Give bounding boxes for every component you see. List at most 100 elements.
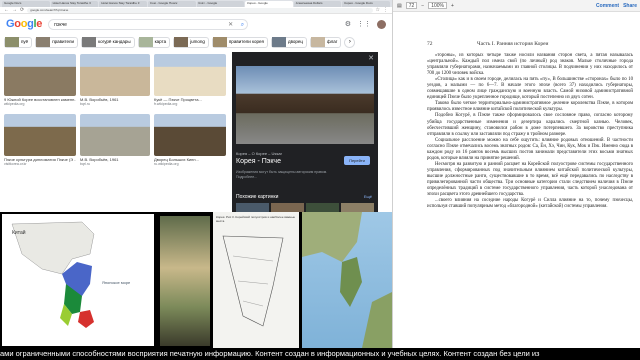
preview-image[interactable] <box>236 66 374 144</box>
image-result[interactable]: Пэкче культура дипломатия Пэкче (Э ... vi… <box>4 114 76 166</box>
result-thumbnail[interactable] <box>154 54 226 96</box>
preview-source[interactable]: Корея – О Корее – Ussar <box>236 151 282 156</box>
image-result[interactable]: 9 Южной Корее восстановлен каменн... wiki… <box>4 54 76 106</box>
chip-label: дворец <box>287 39 304 44</box>
doc-map-caption: Корея. Рис 3. Корейский полуостров и наи… <box>216 215 296 223</box>
chip-label: пуё <box>21 39 29 44</box>
paragraph: ...своего влияния на соседние народы Ког… <box>427 198 633 210</box>
clear-icon[interactable]: ✕ <box>228 20 233 30</box>
doc-map-drawing <box>222 235 284 327</box>
zoom-field[interactable]: 100% <box>428 2 448 9</box>
paragraph: Подобно Когурё, в Пэкче также сформирова… <box>427 113 633 137</box>
tab-strip: Google Docs Hotel Hanos Stay Toraidhe 3 … <box>0 0 392 7</box>
document-page: 72 Часть I. Ранняя история Кореи «тороны… <box>423 14 633 360</box>
news-ticker: ами ограниченными способностями восприят… <box>0 348 640 360</box>
result-thumbnail[interactable] <box>4 54 76 96</box>
result-thumbnail[interactable] <box>80 54 150 96</box>
visit-button[interactable]: Перейти <box>344 156 370 165</box>
related-chip[interactable]: jumong <box>173 36 209 48</box>
google-header: Google пэкче ✕ ⌕ ⚙ ⋮⋮ <box>0 15 392 33</box>
map-label-sea: Японское море <box>102 280 131 285</box>
satellite-drawing <box>302 212 392 348</box>
avatar[interactable] <box>377 19 386 29</box>
forward-icon[interactable]: → <box>12 7 17 13</box>
chip-label: карта <box>154 39 167 44</box>
related-chip[interactable]: карта <box>137 36 171 48</box>
search-input[interactable]: пэкче ✕ ⌕ <box>48 18 249 30</box>
chapter-title: Часть I. Ранняя история Кореи <box>477 41 549 47</box>
video-thumbnail[interactable] <box>160 216 210 346</box>
document-reader: ▤ 72 − 100% + Comment Share 72 Часть I. … <box>392 0 640 360</box>
browser-window: Google Docs Hotel Hanos Stay Toraidhe 3 … <box>0 0 392 360</box>
image-result[interactable]: Кукё — Пэкче Процвета... fr.wikipedia.org <box>154 54 226 106</box>
satellite-map <box>302 212 392 348</box>
document-map: Корея. Рис 3. Корейский полуостров и наи… <box>213 212 299 348</box>
reload-icon[interactable]: ⟳ <box>20 7 24 13</box>
reader-toolbar: ▤ 72 − 100% + Comment Share <box>393 0 640 12</box>
chip-label: правители <box>52 39 75 44</box>
page-number: 72 <box>427 41 433 47</box>
more-link[interactable]: Ещё <box>364 194 372 199</box>
related-chip[interactable]: флаг <box>310 36 342 48</box>
related-chip[interactable]: правители <box>35 36 79 48</box>
chip-thumbnail <box>82 37 97 47</box>
page-header: 72 Часть I. Ранняя история Кореи <box>423 14 633 53</box>
chip-thumbnail <box>5 37 19 47</box>
result-source: bqrl.ru <box>80 102 90 106</box>
chip-label: правители корея <box>228 39 264 44</box>
paragraph: «тороны», из которых четыре также носили… <box>427 53 633 77</box>
result-source: wikipedia.org <box>4 102 25 106</box>
zoom-in-icon[interactable]: + <box>451 3 454 9</box>
result-thumbnail[interactable] <box>80 114 150 156</box>
chip-thumbnail <box>174 37 189 47</box>
search-query: пэкче <box>54 21 67 28</box>
gear-icon[interactable]: ⚙ <box>345 20 351 28</box>
image-results: 9 Южной Корее восстановлен каменн... wiki… <box>0 52 230 212</box>
paragraph: «Столица» как и в своем городе, делилась… <box>427 77 633 101</box>
chip-thumbnail <box>271 37 286 47</box>
menu-icon[interactable]: ⋮ <box>383 7 388 13</box>
chevron-right-icon[interactable]: › <box>344 36 356 48</box>
comment-button[interactable]: Comment <box>596 3 619 9</box>
chip-label: jumong <box>190 39 205 44</box>
sidebar-icon[interactable]: ▤ <box>397 3 402 9</box>
korea-map: Китай Японское море <box>2 214 154 346</box>
similar-heading: Похожие картинки <box>236 194 279 200</box>
apps-icon[interactable]: ⋮⋮ <box>357 20 371 28</box>
address-bar: ← → ⟳ google.com/search?q=пэкче ☆ ⋮ <box>0 7 392 14</box>
result-thumbnail[interactable] <box>154 114 226 156</box>
related-chip[interactable]: пуё <box>4 36 33 48</box>
related-chip[interactable]: дворец <box>270 36 308 48</box>
paragraph: Несмотря на развитую и ранний расцвет на… <box>427 161 633 198</box>
image-result[interactable]: М.В. Воробьёв, 1961 bqrl.ru <box>80 114 150 166</box>
share-button[interactable]: Share <box>623 3 637 9</box>
image-result[interactable]: Дворец Больших Кипп... ru.wikipedia.org <box>154 114 226 166</box>
chip-thumbnail <box>36 37 51 47</box>
image-result[interactable]: М.В. Воробьёв, 1961 bqrl.ru <box>80 54 150 106</box>
chip-label: когурё кандары <box>98 39 131 44</box>
map-drawing: Китай Японское море <box>2 214 154 346</box>
related-chip[interactable]: когурё кандары <box>81 36 135 48</box>
paragraph: Таково было четкое территориально-админи… <box>427 101 633 113</box>
result-source: bqrl.ru <box>80 162 90 166</box>
related-chip[interactable]: правители корея <box>211 36 268 48</box>
result-thumbnail[interactable] <box>4 114 76 156</box>
search-icon[interactable]: ⌕ <box>241 20 244 30</box>
url-field[interactable]: google.com/search?q=пэкче <box>27 7 373 13</box>
preview-title[interactable]: Корея - Пэкче <box>236 158 281 165</box>
paragraph: Социальное расслоение можно на себе ощут… <box>427 137 633 161</box>
chip-label: флаг <box>327 39 338 44</box>
star-icon[interactable]: ☆ <box>376 7 380 13</box>
result-source: visitkorea.or.kr <box>4 162 27 166</box>
back-icon[interactable]: ← <box>4 7 9 13</box>
close-icon[interactable]: ✕ <box>368 54 374 62</box>
page-body: «тороны», из которых четыре также носили… <box>423 53 633 210</box>
zoom-out-icon[interactable]: − <box>421 3 424 9</box>
google-logo[interactable]: Google <box>6 18 42 30</box>
result-source: ru.wikipedia.org <box>154 162 179 166</box>
video-strip: Китай Японское море Корея. Рис 3. Корейс… <box>0 212 392 348</box>
map-label-china: Китай <box>12 229 26 236</box>
page-input[interactable]: 72 <box>405 2 418 9</box>
result-source: fr.wikipedia.org <box>154 102 178 106</box>
chip-thumbnail <box>311 37 326 47</box>
